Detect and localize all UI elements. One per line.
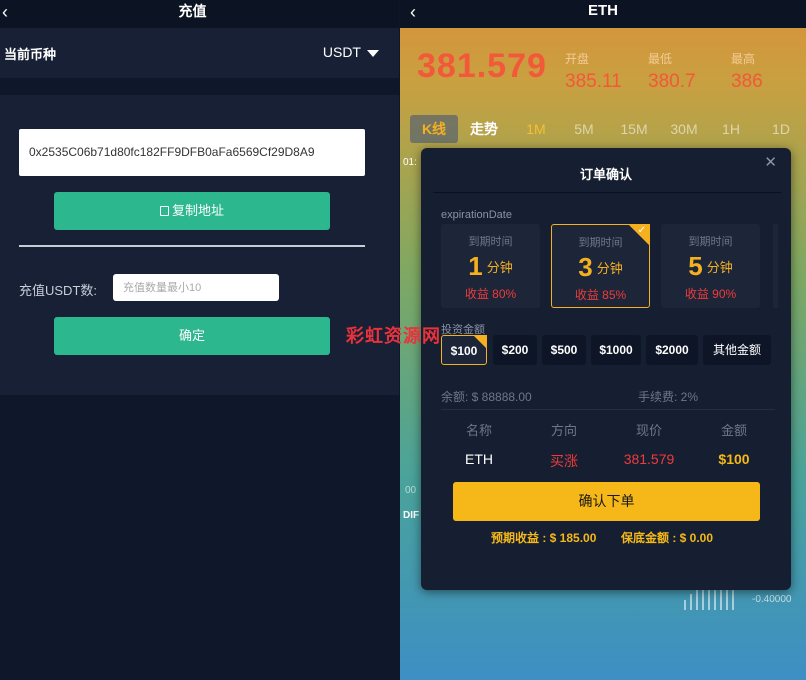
expiry-option-1m[interactable]: 到期时间 1 分钟 收益 80% [441, 224, 540, 308]
col-value: 381.579 [623, 451, 675, 467]
expiry-unit: 分钟 [706, 260, 733, 275]
expiry-profit: 收益 85% [574, 288, 627, 302]
stat-high-value: 386 [731, 71, 763, 92]
summary-divider [441, 409, 775, 410]
confirm-button[interactable]: 确定 [54, 317, 330, 355]
symbol-title: ETH [588, 2, 618, 19]
chart-time-label: 01: [403, 157, 417, 168]
currency-selector-row[interactable]: 当前币种 USDT [0, 28, 399, 78]
stat-open: 开盘 385.11 [565, 50, 622, 93]
selected-corner [473, 335, 487, 349]
amount-label: 充值USDT数: [19, 283, 98, 298]
expiry-time-label: 到期时间 [468, 236, 513, 248]
tab-1d[interactable]: 1D [764, 115, 798, 143]
currency-value: USDT [322, 44, 361, 60]
expiry-minutes: 1 [468, 251, 483, 281]
order-confirm-dialog: 订单确认 ✕ expirationDate 到期时间 1 分钟 收益 80% ✓ … [421, 148, 791, 590]
stat-low-value: 380.7 [648, 71, 696, 92]
col-header: 名称 [465, 423, 492, 438]
amount-chip-1000[interactable]: $1000 [591, 335, 641, 365]
tab-1m[interactable]: 1M [516, 115, 556, 143]
watermark-text: 彩虹资源网 [346, 326, 441, 346]
close-icon[interactable]: ✕ [764, 153, 777, 171]
dialog-title: 订单确认 [579, 167, 632, 182]
page-title: 充值 [178, 3, 207, 19]
screen: ‹ 充值 当前币种 USDT 0x2535C06b71d80fc182FF9DF… [0, 0, 806, 680]
expiry-unit: 分钟 [596, 261, 623, 276]
current-price: 381.579 [417, 47, 547, 85]
check-icon: ✓ [637, 225, 646, 236]
currency-dropdown[interactable]: USDT [323, 44, 379, 60]
col-direction: 方向 买涨 [524, 420, 604, 471]
expiry-time-label: 到期时间 [688, 236, 733, 248]
tab-kline[interactable]: K线 [410, 115, 458, 143]
axis-value: -0.40000 [752, 594, 792, 605]
recharge-page: ‹ 充值 当前币种 USDT 0x2535C06b71d80fc182FF9DF… [0, 0, 399, 680]
expiry-option-5m[interactable]: 到期时间 5 分钟 收益 90% [661, 224, 760, 308]
col-header: 方向 [550, 423, 577, 438]
col-header: 现价 [635, 423, 662, 438]
col-price: 现价 381.579 [609, 420, 689, 467]
header-divider [433, 192, 781, 193]
expected-profit: 预期收益 : $ 185.00 [491, 531, 597, 545]
amount-chip-other[interactable]: 其他金额 [703, 335, 771, 365]
fee-text: 手续费: 2% [638, 390, 699, 404]
col-header: 金额 [720, 423, 747, 438]
col-value: ETH [465, 451, 493, 467]
expiry-profit: 收益 90% [684, 287, 737, 301]
macd-dif-label: DIF [403, 510, 420, 521]
expiry-unit: 分钟 [486, 260, 513, 275]
balance-text: 余额: $ 88888.00 [441, 390, 532, 404]
chart-side-label: 00 [405, 485, 417, 496]
col-value: 买涨 [550, 453, 578, 469]
place-order-button[interactable]: 确认下单 [453, 482, 760, 521]
currency-label: 当前币种 [4, 47, 57, 62]
stat-low: 最低 380.7 [648, 50, 696, 93]
divider [19, 245, 365, 247]
amount-input[interactable] [113, 274, 279, 301]
header-bar-eth: ‹ ETH [400, 0, 806, 28]
header-bar: ‹ 充值 [0, 0, 399, 28]
stat-high: 最高 386 [731, 50, 763, 93]
stat-open-value: 385.11 [565, 71, 622, 92]
stat-low-label: 最低 [648, 52, 673, 66]
amount-chip-500[interactable]: $500 [542, 335, 586, 365]
tab-1h[interactable]: 1H [714, 115, 748, 143]
expiry-option-partial[interactable] [773, 224, 778, 308]
amount-chip-100[interactable]: $100 [441, 335, 487, 365]
expiry-minutes: 3 [578, 252, 593, 282]
expiration-label: expirationDate [441, 209, 512, 221]
stat-high-label: 最高 [731, 52, 756, 66]
margin-amount: 保底金额 : $ 0.00 [621, 531, 714, 545]
stat-open-label: 开盘 [565, 52, 590, 66]
expiry-profit: 收益 80% [464, 287, 517, 301]
expiry-minutes: 5 [688, 251, 703, 281]
expiry-option-3m[interactable]: ✓ 到期时间 3 分钟 收益 85% [551, 224, 650, 308]
amount-chip-2000[interactable]: $2000 [646, 335, 698, 365]
copy-icon [159, 206, 169, 216]
col-name: 名称 ETH [439, 420, 519, 467]
tab-trend[interactable]: 走势 [464, 115, 504, 143]
col-amount: 金额 $100 [694, 420, 774, 467]
tab-15m[interactable]: 15M [612, 115, 656, 143]
copy-address-button[interactable]: 复制地址 [54, 192, 330, 230]
caret-down-icon [367, 49, 379, 57]
chart-tabs: K线 走势 1M 5M 15M 30M 1H 1D [408, 115, 806, 145]
col-value: $100 [718, 451, 750, 467]
amount-chip-200[interactable]: $200 [493, 335, 537, 365]
tab-5m[interactable]: 5M [564, 115, 604, 143]
copy-button-label: 复制地址 [171, 203, 224, 218]
tab-30m[interactable]: 30M [662, 115, 706, 143]
wallet-address-field[interactable]: 0x2535C06b71d80fc182FF9DFB0aFa6569Cf29D8… [19, 129, 365, 176]
